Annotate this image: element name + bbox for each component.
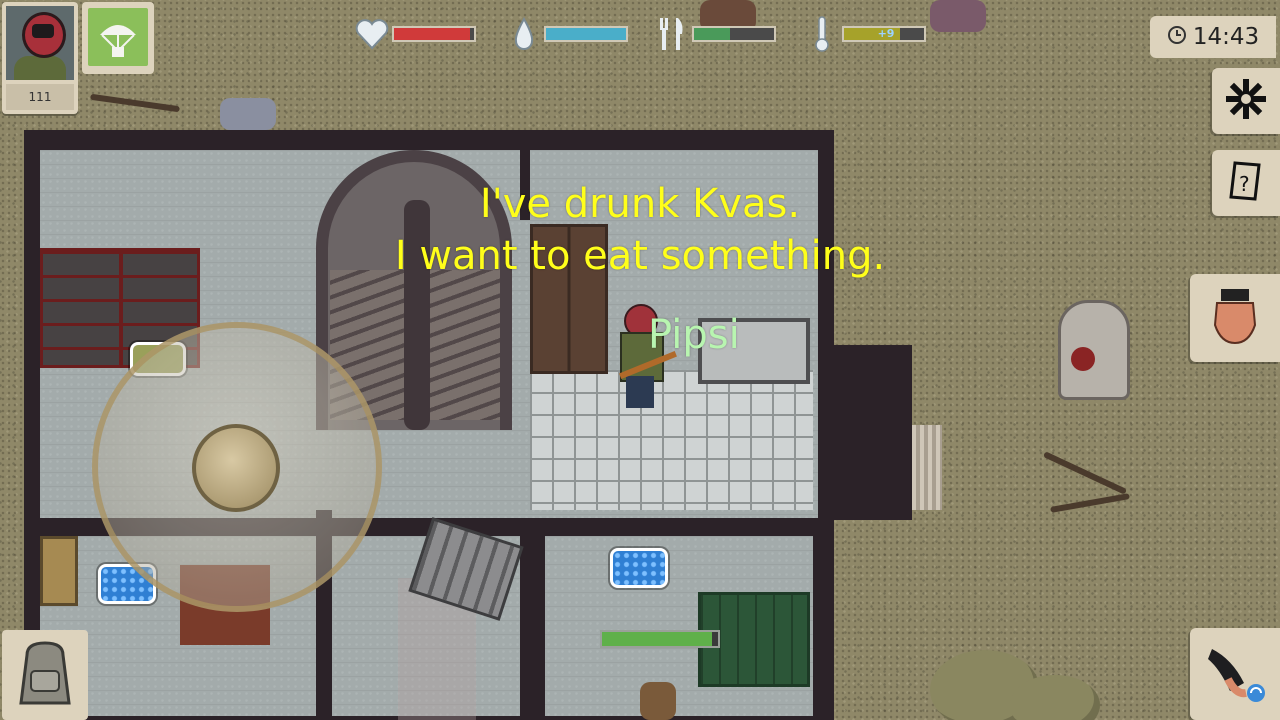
loot-container-marker[interactable] — [610, 548, 668, 588]
game-clock: 14:43 — [1150, 16, 1276, 58]
speech-line: I want to eat something. — [394, 233, 886, 279]
cabinet[interactable] — [40, 536, 78, 606]
player-health-bar — [600, 630, 720, 648]
quests-button[interactable]: ? — [1212, 150, 1280, 216]
switch-weapon-button[interactable] — [1190, 628, 1280, 720]
interior-wall — [520, 620, 545, 720]
interact-button[interactable] — [1190, 274, 1280, 362]
gear-icon — [1226, 79, 1266, 123]
zombie-enemy[interactable] — [640, 682, 676, 720]
thirst-bar — [544, 26, 628, 42]
temperature-bar: +9 — [842, 26, 926, 42]
movement-joystick[interactable] — [92, 322, 382, 612]
svg-text:?: ? — [1239, 172, 1250, 196]
temperature-value: +9 — [877, 27, 895, 40]
inventory-button[interactable] — [2, 630, 88, 720]
swap-icon — [1202, 639, 1268, 709]
hunger-bar — [692, 26, 776, 42]
heart-icon — [352, 12, 392, 56]
branches — [90, 93, 180, 113]
thermometer-icon — [802, 12, 842, 56]
fork-knife-icon — [652, 12, 692, 56]
branches — [1042, 451, 1128, 495]
avatar-body — [14, 56, 66, 80]
branches — [1050, 493, 1130, 513]
player-portrait-panel[interactable]: 111 — [2, 2, 78, 114]
player-speech: I've drunk Kvas. I want to eat something… — [330, 178, 950, 282]
house-annex — [830, 345, 912, 520]
player-legs — [626, 376, 654, 408]
airdrop-button[interactable] — [82, 2, 154, 74]
hand-icon — [1205, 285, 1265, 351]
water-drop-icon — [504, 12, 544, 56]
avatar-visor — [32, 24, 54, 38]
health-bar — [392, 26, 476, 42]
clock-icon — [1167, 25, 1187, 49]
backpack-icon — [13, 637, 77, 713]
settings-button[interactable] — [1212, 68, 1280, 134]
zombie-enemy[interactable] — [930, 0, 986, 32]
joystick-knob[interactable] — [192, 424, 280, 512]
notepad-icon: ? — [1227, 159, 1265, 207]
player-name-label: Pipsi — [648, 312, 740, 358]
porch-steps — [912, 425, 942, 510]
interior-wall — [316, 620, 332, 720]
player-level: 111 — [6, 84, 74, 110]
zombie-enemy[interactable] — [1058, 300, 1130, 400]
avatar — [6, 6, 74, 80]
interior-wall — [525, 518, 818, 536]
clock-time: 14:43 — [1192, 24, 1260, 50]
parachute-icon — [88, 8, 148, 66]
speech-line: I've drunk Kvas. — [479, 181, 801, 227]
zombie-enemy[interactable] — [220, 98, 276, 130]
